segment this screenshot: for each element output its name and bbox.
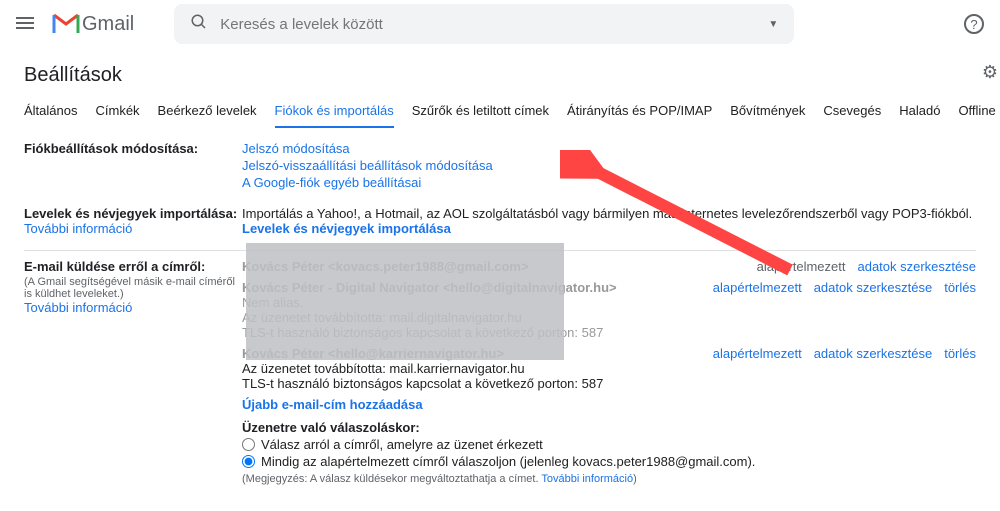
- reply-note3: ): [633, 473, 637, 485]
- sendas-3-fw: Az üzenetet továbbította: mail.karrierna…: [242, 361, 713, 376]
- menu-icon[interactable]: [16, 14, 36, 34]
- sendas-2-delete[interactable]: törlés: [944, 280, 976, 295]
- section3-label: E-mail küldése erről a címről:: [24, 259, 205, 274]
- gmail-m-icon: [52, 13, 80, 35]
- sendas-3-default[interactable]: alapértelmezett: [713, 346, 802, 361]
- tab-filters[interactable]: Szűrők és letiltott címek: [412, 95, 549, 128]
- section3-sub: (A Gmail segítségével másik e-mail címér…: [24, 276, 242, 300]
- settings-tabs: Általános Címkék Beérkező levelek Fiókok…: [0, 95, 1000, 129]
- reply-opt1-label: Válasz arról a címről, amelyre az üzenet…: [261, 437, 543, 452]
- section2-label: Levelek és névjegyek importálása:: [24, 206, 237, 221]
- sendas-3-edit[interactable]: adatok szerkesztése: [814, 346, 933, 361]
- sendas-2-alias: Nem alias.: [242, 295, 713, 310]
- reply-label: Üzenetre való válaszoláskor:: [242, 420, 420, 435]
- sendas-2-default[interactable]: alapértelmezett: [713, 280, 802, 295]
- search-icon: [190, 13, 208, 36]
- sendas-3-name: Kovács Péter <hello@karriernavigator.hu>: [242, 346, 504, 361]
- tab-labels[interactable]: Címkék: [95, 95, 139, 128]
- tab-offline[interactable]: Offline: [958, 95, 995, 128]
- add-email-link[interactable]: Újabb e-mail-cím hozzáadása: [242, 397, 423, 412]
- search-options-icon[interactable]: ▼: [768, 19, 778, 30]
- sendas-1-edit[interactable]: adatok szerkesztése: [857, 259, 976, 274]
- import-link[interactable]: Levelek és névjegyek importálása: [242, 221, 451, 236]
- sendas-3-tls: TLS-t használó biztonságos kapcsolat a k…: [242, 376, 713, 391]
- section1-label: Fiókbeállítások módosítása:: [24, 141, 198, 156]
- sendas-2-name: Kovács Péter - Digital Navigator <hello@…: [242, 280, 617, 295]
- recovery-link[interactable]: Jelszó-visszaállítási beállítások módosí…: [242, 158, 976, 173]
- tab-forward[interactable]: Átirányítás és POP/IMAP: [567, 95, 712, 128]
- help-icon[interactable]: ?: [964, 14, 984, 34]
- gear-icon[interactable]: ⚙: [982, 62, 998, 83]
- tab-accounts[interactable]: Fiókok és importálás: [275, 95, 394, 128]
- tab-chat[interactable]: Csevegés: [823, 95, 881, 128]
- sendas-more-info[interactable]: További információ: [24, 300, 132, 315]
- logo-text: Gmail: [82, 13, 134, 36]
- search-input[interactable]: [220, 16, 768, 33]
- tab-addons[interactable]: Bővítmények: [730, 95, 805, 128]
- tab-inbox[interactable]: Beérkező levelek: [158, 95, 257, 128]
- reply-opt1-radio[interactable]: [242, 438, 255, 451]
- reply-opt2-label: Mindig az alapértelmezett címről válaszo…: [261, 454, 755, 469]
- sendas-2-edit[interactable]: adatok szerkesztése: [814, 280, 933, 295]
- sendas-2-tls: TLS-t használó biztonságos kapcsolat a k…: [242, 325, 713, 340]
- sendas-2-fw: Az üzenetet továbbította: mail.digitalna…: [242, 310, 713, 325]
- tab-advanced[interactable]: Haladó: [899, 95, 940, 128]
- search-bar[interactable]: ▼: [174, 4, 794, 44]
- sendas-1-name: Kovács Péter <kovacs.peter1988@gmail.com…: [242, 259, 529, 274]
- import-text: Importálás a Yahoo!, a Hotmail, az AOL s…: [242, 206, 976, 221]
- tab-general[interactable]: Általános: [24, 95, 77, 128]
- reply-note-link[interactable]: További információ: [541, 473, 633, 485]
- sendas-1-default: alapértelmezett: [757, 259, 846, 274]
- change-password-link[interactable]: Jelszó módosítása: [242, 141, 976, 156]
- sendas-3-delete[interactable]: törlés: [944, 346, 976, 361]
- import-more-info[interactable]: További információ: [24, 221, 132, 236]
- page-title: Beállítások: [0, 48, 1000, 95]
- gmail-logo[interactable]: Gmail: [52, 13, 134, 36]
- other-settings-link[interactable]: A Google-fiók egyéb beállításai: [242, 175, 976, 190]
- reply-opt2-radio[interactable]: [242, 455, 255, 468]
- reply-note1: (Megjegyzés: A válasz küldésekor megvált…: [242, 473, 541, 485]
